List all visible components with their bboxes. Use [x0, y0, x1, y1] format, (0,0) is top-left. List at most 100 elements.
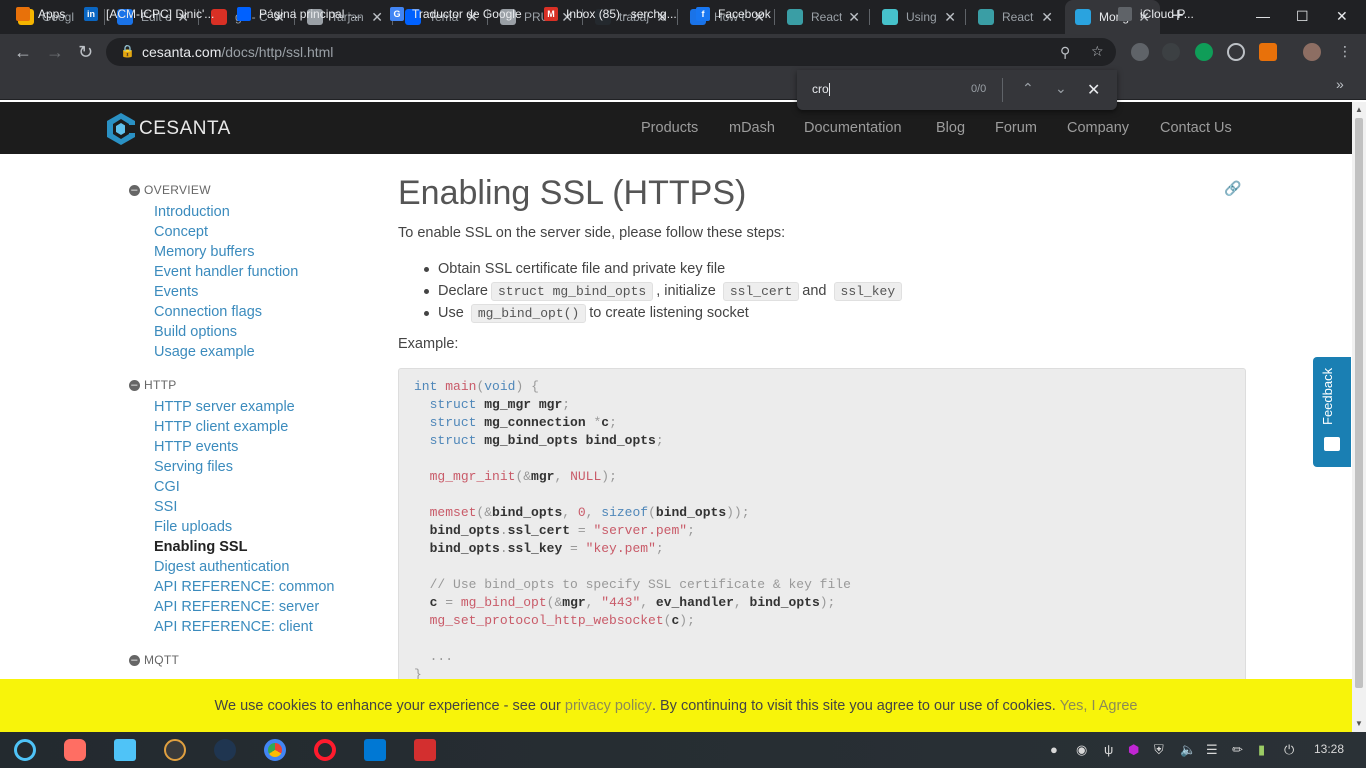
discord-icon[interactable]: ◉	[1076, 742, 1087, 758]
scroll-thumb[interactable]	[1355, 118, 1363, 688]
sidebar-item[interactable]: HTTP client example	[154, 419, 288, 435]
collapse-icon[interactable]: –	[129, 379, 140, 391]
maximize-icon[interactable]: ☐	[1296, 8, 1309, 25]
bookmark-item[interactable]: G Traductor de Google	[390, 7, 522, 21]
app-s-icon[interactable]	[164, 739, 186, 761]
reload-icon[interactable]: ↻	[78, 43, 93, 61]
nav-link[interactable]: Blog	[936, 120, 965, 136]
bookmark-star-icon[interactable]: ☆	[1091, 43, 1104, 60]
nav-link[interactable]: Contact Us	[1160, 120, 1232, 136]
notification-icon[interactable]: ●	[1050, 742, 1058, 757]
sidebar-item[interactable]: Concept	[154, 224, 208, 240]
sidebar-item[interactable]: Connection flags	[154, 304, 262, 320]
pen-icon[interactable]: ✏	[1232, 742, 1243, 758]
clock[interactable]: 13:28	[1314, 742, 1344, 756]
minimize-icon[interactable]: —	[1256, 8, 1270, 24]
sidebar-item[interactable]: Events	[154, 284, 198, 300]
vpn-shield-icon[interactable]: ⛨	[1154, 742, 1164, 758]
forward-icon[interactable]: →	[46, 43, 64, 61]
sidebar-item[interactable]: Introduction	[154, 204, 230, 220]
privacy-policy-link[interactable]: privacy policy	[565, 698, 652, 714]
browser-tab[interactable]: React ✕	[777, 0, 870, 34]
sidebar-item[interactable]: Serving files	[154, 459, 233, 475]
sidebar-item[interactable]: HTTP server example	[154, 399, 295, 415]
bookmark-item[interactable]: Página principal -...	[237, 7, 362, 21]
bookmark-item[interactable]: f Facebook	[696, 7, 771, 21]
react-devtools-icon[interactable]	[1227, 43, 1245, 61]
find-close-icon[interactable]: ✕	[1087, 80, 1100, 100]
bookmark-item[interactable]: in [ACM-ICPC] Dinic'...	[84, 7, 214, 21]
off-extension-icon[interactable]	[1259, 43, 1277, 61]
address-bar[interactable]: 🔒 cesanta.com/docs/http/ssl.html	[106, 38, 1116, 66]
sidebar-item[interactable]: Memory buffers	[154, 244, 254, 260]
zoom-icon[interactable]: ⚲	[1060, 44, 1070, 61]
profile-avatar[interactable]	[1303, 43, 1321, 61]
sidebar-item[interactable]: API REFERENCE: client	[154, 619, 313, 635]
find-previous-icon[interactable]: ⌃	[1022, 80, 1034, 97]
agree-cookies-button[interactable]: Yes, I Agree	[1060, 698, 1138, 714]
wifi-icon[interactable]: ☰	[1206, 742, 1218, 758]
close-tab-icon[interactable]: ✕	[944, 9, 956, 26]
scroll-down-icon[interactable]: ▼	[1355, 719, 1363, 728]
nav-link[interactable]: mDash	[729, 120, 775, 136]
sidebar-item[interactable]: Enabling SSL	[154, 539, 247, 555]
permalink-icon[interactable]: 🔗	[1224, 180, 1241, 197]
collapse-icon[interactable]: –	[129, 654, 140, 666]
sidebar-item[interactable]: API REFERENCE: server	[154, 599, 319, 615]
bookmark-item[interactable]: Apps	[16, 7, 65, 21]
vscode-icon[interactable]	[364, 739, 386, 761]
chat-extension-icon[interactable]	[1195, 43, 1213, 61]
more-bookmarks-icon[interactable]: »	[1336, 76, 1344, 92]
page-scrollbar[interactable]: ▲ ▼	[1352, 102, 1366, 732]
volume-icon[interactable]: 🔈	[1180, 742, 1196, 758]
chrome-icon[interactable]	[264, 739, 286, 761]
find-input[interactable]: cro	[812, 82, 830, 97]
browser-tab[interactable]: React ✕	[968, 0, 1063, 34]
back-icon[interactable]: ←	[14, 43, 32, 61]
scroll-up-icon[interactable]: ▲	[1355, 105, 1363, 114]
sidebar-item[interactable]: API REFERENCE: common	[154, 579, 335, 595]
bookmark-item[interactable]: M Inbox (85) - serchg...	[544, 7, 677, 21]
tab-title: React	[1002, 10, 1034, 24]
sidebar-section-header[interactable]: – MQTT	[129, 653, 179, 667]
close-tab-icon[interactable]: ✕	[848, 9, 860, 26]
find-next-icon[interactable]: ⌄	[1055, 80, 1067, 97]
opera-icon[interactable]	[314, 739, 336, 761]
nav-link[interactable]: Forum	[995, 120, 1037, 136]
battery-icon[interactable]: ▮	[1258, 742, 1265, 758]
nav-link[interactable]: Documentation	[804, 120, 902, 136]
usb-icon[interactable]: ψ	[1104, 742, 1113, 757]
sidebar-item[interactable]: File uploads	[154, 519, 232, 535]
feedback-button[interactable]: Feedback	[1313, 357, 1351, 467]
inline-code: ssl_cert	[722, 281, 800, 301]
sidebar-item[interactable]: Build options	[154, 324, 237, 340]
sidebar-item[interactable]: Digest authentication	[154, 559, 289, 575]
system-monitor-icon[interactable]	[214, 739, 236, 761]
collapse-icon[interactable]: –	[129, 184, 140, 196]
bookmark-item[interactable]: iCloud P...	[1118, 7, 1194, 21]
terminal-icon[interactable]	[414, 739, 436, 761]
sidebar-section-header[interactable]: – OVERVIEW	[129, 183, 211, 197]
nav-link[interactable]: Products	[641, 120, 698, 136]
close-window-icon[interactable]: ✕	[1336, 8, 1348, 25]
nav-link[interactable]: Company	[1067, 120, 1129, 136]
close-tab-icon[interactable]: ✕	[371, 9, 383, 26]
screen-recorder-icon[interactable]	[64, 739, 86, 761]
menu-dots-icon[interactable]: ⋮	[1338, 43, 1352, 60]
close-tab-icon[interactable]: ✕	[1041, 9, 1053, 26]
sidebar-item[interactable]: Usage example	[154, 344, 255, 360]
launcher-icon[interactable]	[14, 739, 36, 761]
sidebar-section-header[interactable]: – HTTP	[129, 378, 177, 392]
sidebar-item[interactable]: Event handler function	[154, 264, 298, 280]
cesanta-logo[interactable]: CESANTA	[106, 112, 231, 146]
extension-icon[interactable]	[1162, 43, 1180, 61]
browser-tab[interactable]: Using ✕	[872, 0, 966, 34]
files-icon[interactable]	[114, 739, 136, 761]
tab-title: React	[811, 10, 843, 24]
sidebar-item[interactable]: CGI	[154, 479, 180, 495]
app-tray-icon[interactable]: ⬢	[1128, 742, 1139, 758]
sidebar-item[interactable]: HTTP events	[154, 439, 238, 455]
power-icon[interactable]: ⏻	[1284, 742, 1294, 758]
extension-icon[interactable]	[1131, 43, 1149, 61]
sidebar-item[interactable]: SSI	[154, 499, 177, 515]
